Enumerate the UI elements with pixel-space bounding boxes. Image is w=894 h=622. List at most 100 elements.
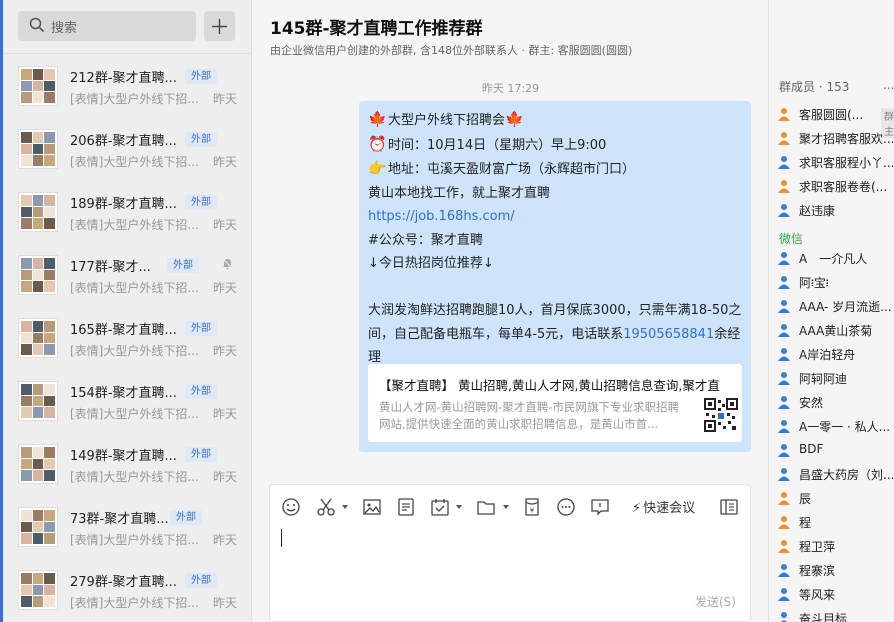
chat-preview: [表情]大型户外线下招... [70, 281, 199, 295]
chat-list-item[interactable]: 206群-聚才直聘... 外部 [表情]大型户外线下招... 昨天 [3, 117, 252, 180]
chat-list-item[interactable]: 279群-聚才直聘... 外部 [表情]大型户外线下招... 昨天 [3, 558, 252, 621]
emoji-icon[interactable] [281, 497, 301, 517]
chat-time: 昨天 [212, 407, 237, 421]
member-item[interactable]: A 一介凡人 [777, 248, 894, 268]
member-name: 程寨滨 [799, 564, 836, 578]
chat-name: 165群-聚才直聘... [70, 323, 177, 338]
person-icon [778, 492, 790, 505]
chat-list-item[interactable]: 165群-聚才直聘... 外部 [表情]大型户外线下招... 昨天 [3, 306, 252, 369]
member-item[interactable]: A一零一 · 私人... [777, 416, 894, 436]
message-bubble[interactable]: 🍁大型户外线下招聘会🍁 ⏰时间：10月14日（星期六）早上9:00 👉地址：屯溪… [359, 101, 751, 452]
sidebar-toggle-icon[interactable] [719, 497, 739, 517]
member-item[interactable]: 聚才招聘客服欢... [777, 128, 894, 148]
message-line: ↓今日热招岗位推荐↓ [368, 256, 494, 271]
member-name: 聚才招聘客服欢... [799, 132, 893, 146]
link-card[interactable]: 【聚才直聘】 黄山招聘,黄山人才网,黄山招聘信息查询,聚才直 黄山人才网-黄山招… [368, 364, 742, 442]
member-item[interactable]: 阿፧宝፧ [777, 272, 894, 292]
chat-list-item[interactable]: 189群-聚才直聘... 外部 [表情]大型户外线下招... 昨天 [3, 180, 252, 243]
member-item[interactable]: A岸泊轻舟 [777, 344, 894, 364]
member-item[interactable]: 赵违康 [777, 200, 894, 220]
member-item[interactable]: 客服圆圆(... 群主 [777, 104, 894, 138]
wechat-section-label: 微信 [779, 232, 804, 246]
person-icon [778, 468, 790, 481]
add-button[interactable] [204, 11, 235, 41]
more-options-icon[interactable] [556, 497, 576, 517]
external-badge: 外部 [185, 132, 217, 147]
chat-list-item[interactable]: 212群-聚才直聘... 外部 [表情]大型户外线下招... 昨天 [3, 54, 252, 117]
member-item[interactable]: 程卫萍 [777, 536, 894, 556]
chat-name: 206群-聚才直聘... [70, 134, 177, 149]
person-icon [778, 396, 790, 409]
member-item[interactable]: 等风来 [777, 584, 894, 604]
member-item[interactable]: 昌盛大药房（刘... [777, 464, 894, 484]
send-button[interactable]: 发送(S) [695, 593, 736, 610]
member-item[interactable]: 求职客服程小丫... [777, 152, 894, 172]
member-item[interactable]: 奋斗目标 [777, 608, 894, 622]
chat-list-item[interactable]: 177群-聚才... 外部 [表情]大型户外线下招... 昨天 [3, 243, 252, 306]
folder-icon[interactable] [476, 497, 496, 517]
chat-list-item[interactable]: 154群-聚才直聘... 外部 [表情]大型户外线下招... 昨天 [3, 369, 252, 432]
member-item[interactable]: 求职客服卷卷(... [777, 176, 894, 196]
member-item[interactable]: AAA黄山茶菊 [777, 320, 894, 340]
member-item[interactable]: 程 [777, 512, 894, 532]
chat-preview: [表情]大型户外线下招... [70, 155, 199, 169]
person-icon [778, 444, 790, 457]
chat-list-item[interactable]: 149群-聚才直聘... 外部 [表情]大型户外线下招... 昨天 [3, 432, 252, 495]
search-input[interactable]: 搜索 [18, 11, 196, 41]
chat-preview: [表情]大型户外线下招... [70, 470, 199, 484]
screenshot-dropdown-caret[interactable] [342, 505, 348, 509]
phone-link[interactable]: 19505658841 [623, 327, 714, 342]
todo-dropdown-caret[interactable] [456, 505, 462, 509]
chat-subtitle: 由企业微信用户创建的外部群, 含148位外部联系人 · 群主: 客服圆圆(圆圆) [270, 44, 633, 57]
person-icon [778, 516, 790, 529]
chat-preview: [表情]大型户外线下招... [70, 344, 199, 358]
message-line: ⏰时间：10月14日（星期六）早上9:00 [368, 133, 742, 158]
lightning-icon: ⚡ [632, 501, 642, 516]
member-item[interactable]: 辰 [777, 488, 894, 508]
group-avatar [18, 570, 58, 610]
group-avatar [18, 192, 58, 232]
message-link[interactable]: https://job.168hs.com/ [368, 205, 742, 229]
chat-preview: [表情]大型户外线下招... [70, 533, 199, 547]
member-name: 辰 [799, 492, 812, 506]
chat-title: 145群-聚才直聘工作推荐群 [270, 19, 483, 39]
external-badge: 外部 [185, 384, 217, 399]
chat-preview: [表情]大型户外线下招... [70, 407, 199, 421]
member-name: A一零一 · 私人... [799, 420, 891, 434]
group-avatar [18, 255, 58, 295]
person-icon [778, 420, 790, 433]
maple-leaf-icon: 🍁 [368, 110, 387, 128]
member-name: 等风来 [799, 588, 836, 602]
external-badge: 外部 [185, 447, 217, 462]
group-avatar [18, 318, 58, 358]
message-input-area[interactable]: ¥ ⚡ 快速会议 发送(S) [269, 484, 751, 622]
person-icon [778, 564, 790, 577]
member-item[interactable]: 程寨滨 [777, 560, 894, 580]
image-icon[interactable] [362, 497, 382, 517]
member-item[interactable]: 阿轲阿迪 [777, 368, 894, 388]
message-paragraph: 大润发淘鲜达招聘跑腿10人，首月保底3000，只需年满18-50之间，自己配备电… [368, 303, 742, 365]
member-item[interactable]: BDF [777, 440, 894, 460]
chat-name: 279群-聚才直聘... [70, 575, 177, 590]
chat-name: 212群-聚才直聘... [70, 71, 177, 86]
document-icon[interactable] [396, 497, 416, 517]
red-packet-icon[interactable]: ¥ [522, 497, 542, 517]
chat-time: 昨天 [212, 533, 237, 547]
member-name: A 一介凡人 [799, 252, 868, 266]
chat-time: 昨天 [212, 218, 237, 232]
folder-dropdown-caret[interactable] [503, 505, 509, 509]
link-card-title: 【聚才直聘】 黄山招聘,黄山人才网,黄山招聘信息查询,聚才直 [379, 378, 720, 393]
message-line: #公众号：聚才直聘 [368, 232, 483, 248]
quick-meeting-button[interactable]: ⚡ 快速会议 [632, 497, 695, 516]
external-badge: 外部 [170, 510, 202, 525]
member-item[interactable]: AAA- 岁月流逝... [777, 296, 894, 316]
chat-bubble-icon[interactable] [590, 497, 610, 517]
chat-main: 145群-聚才直聘工作推荐群 由企业微信用户创建的外部群, 含148位外部联系人… [253, 0, 768, 622]
scissors-icon[interactable] [316, 497, 336, 517]
todo-icon[interactable] [430, 497, 450, 517]
members-more-button[interactable]: ... [883, 78, 894, 92]
member-item[interactable]: 安然 [777, 392, 894, 412]
svg-text:¥: ¥ [530, 507, 535, 515]
external-badge: 外部 [185, 69, 217, 84]
chat-list-item[interactable]: 73群-聚才直聘... 外部 [表情]大型户外线下招... 昨天 [3, 495, 252, 558]
